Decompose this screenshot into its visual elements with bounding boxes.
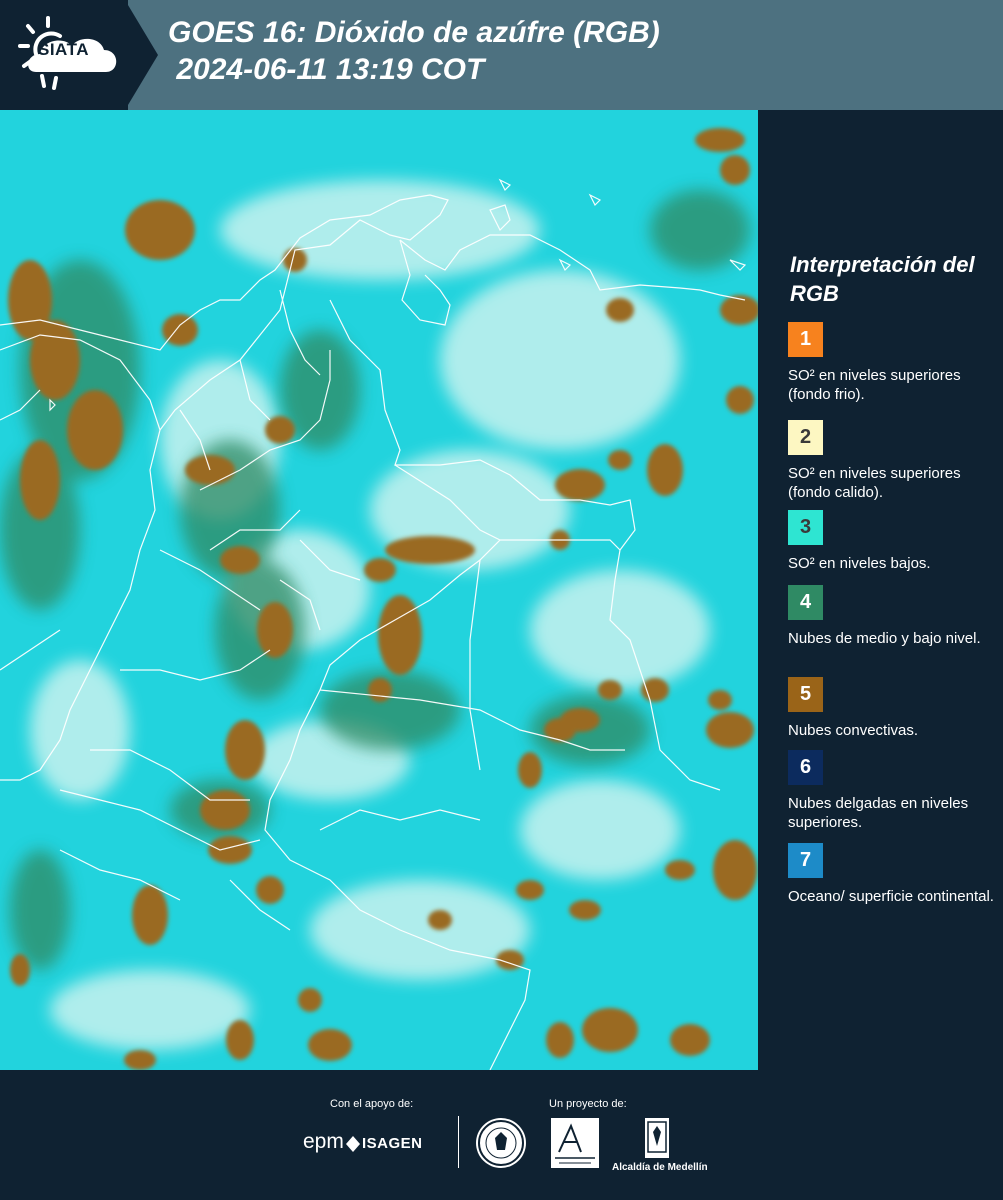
satellite-image	[0, 110, 758, 1070]
legend-item-1: 1 SO² en niveles superiores (fondo frio)…	[788, 322, 998, 404]
legend-item-5: 5 Nubes convectivas.	[788, 677, 998, 740]
legend-item-7: 7 Oceano/ superficie continental.	[788, 843, 998, 906]
epm-logo: epm	[303, 1130, 344, 1153]
legend-item-2: 2 SO² en niveles superiores (fondo calid…	[788, 420, 998, 502]
project-label: Un proyecto de:	[549, 1098, 627, 1110]
legend-label-4: Nubes de medio y bajo nivel.	[788, 630, 981, 647]
legend-label-5: Nubes convectivas.	[788, 722, 919, 739]
satellite-map	[0, 110, 758, 1070]
area-metropolitana-logo-icon	[551, 1118, 599, 1168]
legend-swatch-1: 1	[788, 322, 823, 357]
header: SIATA GOES 16: Dióxido de azúfre (RGB) 2…	[0, 0, 1003, 110]
alcaldia-label: Alcaldía de Medellín	[612, 1162, 708, 1173]
title-line-1: GOES 16: Dióxido de azúfre (RGB)	[168, 16, 660, 49]
legend-swatch-7: 7	[788, 843, 823, 878]
page-title: GOES 16: Dióxido de azúfre (RGB) 2024-06…	[168, 14, 660, 88]
legend-label-6: Nubes delgadas en niveles superiores.	[788, 795, 969, 831]
legend-number-4: 4	[799, 591, 812, 613]
legend-label-3: SO² en niveles bajos.	[788, 555, 931, 572]
legend-label-1: SO² en niveles superiores (fondo frio).	[788, 367, 961, 403]
title-line-2: 2024-06-11 13:19 COT	[168, 53, 485, 86]
legend-number-7: 7	[799, 849, 812, 871]
medellin-seal-icon	[476, 1118, 526, 1168]
legend-swatch-5: 5	[788, 677, 823, 712]
legend-swatch-3: 3	[788, 510, 823, 545]
legend-number-6: 6	[799, 756, 812, 778]
legend-item-4: 4 Nubes de medio y bajo nivel.	[788, 585, 998, 648]
legend-swatch-2: 2	[788, 420, 823, 455]
isagen-logo-icon	[346, 1136, 360, 1152]
isagen-logo: ISAGEN	[362, 1135, 423, 1152]
legend-item-3: 3 SO² en niveles bajos.	[788, 510, 998, 573]
footer: Con el apoyo de: Un proyecto de: epm ISA…	[0, 1070, 1003, 1200]
legend-swatch-6: 6	[788, 750, 823, 785]
footer-divider	[458, 1116, 459, 1168]
legend-swatch-4: 4	[788, 585, 823, 620]
legend-label-7: Oceano/ superficie continental.	[788, 888, 994, 905]
legend-number-5: 5	[799, 683, 812, 705]
legend-title: Interpretación del RGB	[790, 252, 975, 306]
legend-number-1: 1	[799, 328, 812, 350]
legend-panel: Interpretación del RGB 1 SO² en niveles …	[758, 110, 1003, 1070]
legend-number-2: 2	[799, 426, 812, 448]
support-label: Con el apoyo de:	[330, 1098, 414, 1110]
siata-logo-text: SIATA	[38, 40, 89, 59]
legend-label-2: SO² en niveles superiores (fondo calido)…	[788, 465, 961, 501]
alcaldia-shield-icon	[645, 1118, 669, 1158]
legend-item-6: 6 Nubes delgadas en niveles superiores.	[788, 750, 998, 832]
legend-number-3: 3	[799, 516, 812, 538]
